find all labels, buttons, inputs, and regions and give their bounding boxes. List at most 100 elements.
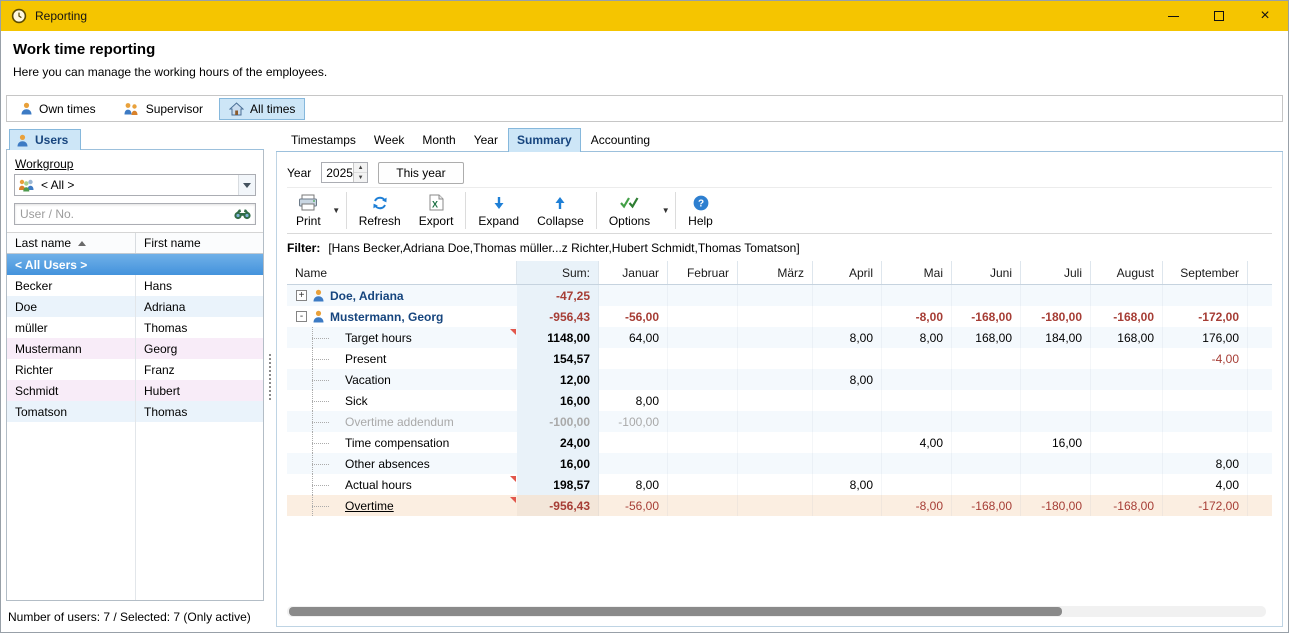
spin-down-icon[interactable]: ▼ <box>354 173 367 182</box>
tab-summary[interactable]: Summary <box>508 128 581 152</box>
print-dropdown-arrow[interactable]: ▼ <box>330 197 343 225</box>
report-column-header[interactable]: Sum: <box>517 261 599 284</box>
month-cell <box>1163 369 1248 390</box>
report-panel: Timestamps Week Month Year Summary Accou… <box>276 126 1283 627</box>
month-cell <box>813 285 882 306</box>
report-row[interactable]: Overtime-956,43-56,00-8,00-168,00-180,00… <box>287 495 1272 516</box>
refresh-icon <box>371 194 389 212</box>
user-row[interactable]: RichterFranz <box>7 359 263 380</box>
report-column-header[interactable]: Name <box>287 261 517 284</box>
month-cell: 16,00 <box>1021 432 1091 453</box>
tab-label: All times <box>250 102 295 116</box>
options-dropdown-arrow[interactable]: ▼ <box>659 197 672 225</box>
report-row[interactable]: Time compensation24,004,0016,00 <box>287 432 1272 453</box>
maximize-button[interactable] <box>1196 1 1242 31</box>
report-column-header[interactable]: März <box>738 261 813 284</box>
user-row[interactable]: TomatsonThomas <box>7 401 263 422</box>
user-row[interactable]: müllerThomas <box>7 317 263 338</box>
report-row[interactable]: Sick16,008,00 <box>287 390 1272 411</box>
tab-year[interactable]: Year <box>466 129 506 151</box>
month-cell: 4,00 <box>882 432 952 453</box>
report-row-name: Time compensation <box>287 432 517 453</box>
tab-supervisor[interactable]: Supervisor <box>112 98 213 120</box>
report-column-header[interactable]: April <box>813 261 882 284</box>
report-column-header[interactable]: Mai <box>882 261 952 284</box>
tab-week[interactable]: Week <box>366 129 412 151</box>
column-label: Last name <box>15 236 71 250</box>
month-cell: -168,00 <box>952 306 1021 327</box>
month-cell: -168,00 <box>952 495 1021 516</box>
note-marker-icon <box>510 497 516 503</box>
month-cell <box>1021 390 1091 411</box>
report-column-header[interactable]: August <box>1091 261 1163 284</box>
report-row-name: Actual hours <box>287 474 517 495</box>
report-column-header[interactable]: Februar <box>668 261 738 284</box>
user-row[interactable]: SchmidtHubert <box>7 380 263 401</box>
report-row[interactable]: Vacation12,008,00 <box>287 369 1272 390</box>
export-button[interactable]: X Export <box>410 188 463 233</box>
report-row[interactable]: Present154,57-4,00 <box>287 348 1272 369</box>
report-column-header[interactable]: Juni <box>952 261 1021 284</box>
minimize-button[interactable] <box>1150 1 1196 31</box>
user-row[interactable]: MustermannGeorg <box>7 338 263 359</box>
options-button[interactable]: Options <box>600 188 659 233</box>
month-cell: -56,00 <box>599 306 668 327</box>
note-marker-icon <box>510 329 516 335</box>
page-subtitle: Here you can manage the working hours of… <box>13 65 1276 79</box>
scrollbar-thumb[interactable] <box>289 607 1062 616</box>
report-row[interactable]: Actual hours198,578,008,004,00 <box>287 474 1272 495</box>
month-cell <box>1091 390 1163 411</box>
user-search-input[interactable] <box>15 207 229 221</box>
tab-month[interactable]: Month <box>414 129 463 151</box>
supervisor-icon <box>122 102 140 116</box>
svg-text:?: ? <box>697 198 703 209</box>
user-first-name: Hubert <box>136 380 263 401</box>
spin-up-icon[interactable]: ▲ <box>354 163 367 173</box>
collapse-button[interactable]: Collapse <box>528 188 593 233</box>
refresh-button[interactable]: Refresh <box>350 188 410 233</box>
month-cell: 64,00 <box>599 327 668 348</box>
help-button[interactable]: ? Help <box>679 188 722 233</box>
report-row[interactable]: Target hours1148,0064,008,008,00168,0018… <box>287 327 1272 348</box>
horizontal-scrollbar[interactable] <box>287 606 1266 617</box>
print-button[interactable]: Print <box>287 188 330 233</box>
workgroup-icon <box>18 178 35 192</box>
expand-button[interactable]: Expand <box>469 188 528 233</box>
tab-timestamps[interactable]: Timestamps <box>283 129 364 151</box>
collapse-row-toggle[interactable]: - <box>296 311 307 322</box>
panel-splitter[interactable] <box>267 126 273 627</box>
sum-cell: -956,43 <box>517 306 599 327</box>
report-column-header[interactable]: Januar <box>599 261 668 284</box>
tab-all-times[interactable]: All times <box>219 98 305 120</box>
column-header-last-name[interactable]: Last name <box>7 233 136 253</box>
month-cell <box>738 411 813 432</box>
user-row[interactable]: DoeAdriana <box>7 296 263 317</box>
expand-row-toggle[interactable]: + <box>296 290 307 301</box>
report-row[interactable]: Overtime addendum-100,00-100,00 <box>287 411 1272 432</box>
tab-accounting[interactable]: Accounting <box>583 129 658 151</box>
chevron-down-icon[interactable] <box>238 175 255 195</box>
month-cell <box>599 432 668 453</box>
year-spinner[interactable]: 2025 ▲ ▼ <box>321 162 368 183</box>
all-users-row[interactable]: < All Users > <box>7 254 263 275</box>
view-tab-bar: Timestamps Week Month Year Summary Accou… <box>276 126 1283 152</box>
close-button[interactable]: × <box>1242 1 1288 31</box>
report-row[interactable]: Other absences16,008,00 <box>287 453 1272 474</box>
tab-own-times[interactable]: Own times <box>10 98 106 120</box>
this-year-button[interactable]: This year <box>378 162 463 184</box>
month-cell <box>1021 369 1091 390</box>
month-cell: -8,00 <box>882 495 952 516</box>
report-row[interactable]: -Mustermann, Georg-956,43-56,00-8,00-168… <box>287 306 1272 327</box>
month-cell <box>1163 411 1248 432</box>
user-row[interactable]: BeckerHans <box>7 275 263 296</box>
user-table-body: BeckerHansDoeAdrianamüllerThomasMusterma… <box>7 275 263 422</box>
user-icon <box>20 102 33 115</box>
tab-users[interactable]: Users <box>9 129 81 150</box>
report-column-header[interactable]: September <box>1163 261 1248 284</box>
column-header-first-name[interactable]: First name <box>136 233 263 253</box>
report-row[interactable]: +Doe, Adriana-47,25 <box>287 285 1272 306</box>
binoculars-icon[interactable] <box>229 208 255 220</box>
month-cell <box>599 369 668 390</box>
workgroup-select[interactable]: < All > <box>14 174 256 196</box>
report-column-header[interactable]: Juli <box>1021 261 1091 284</box>
